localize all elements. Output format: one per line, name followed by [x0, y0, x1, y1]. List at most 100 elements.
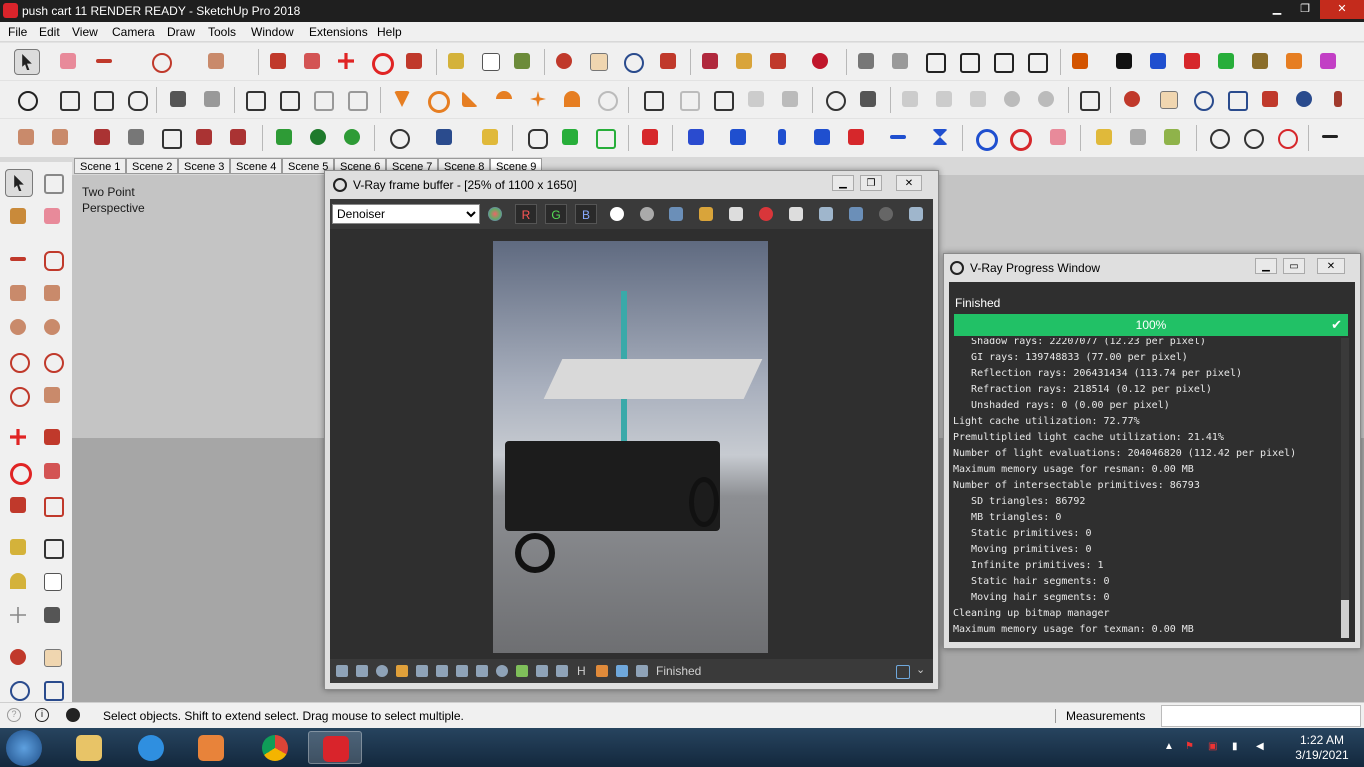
progress-maximize-button[interactable]: ▭ [1283, 258, 1305, 274]
tool-r3-13-button[interactable] [478, 125, 502, 149]
arc-button[interactable] [148, 49, 172, 73]
grid-snap-button[interactable] [856, 87, 880, 111]
tool-r3-28-button[interactable] [1092, 125, 1116, 149]
clipboard-icon[interactable] [729, 207, 743, 221]
vfb-bottom-icon-5[interactable] [416, 665, 428, 677]
tab-scene-2[interactable]: Scene 2 [126, 158, 179, 174]
paint-bucket-button[interactable] [510, 49, 534, 73]
components-button[interactable] [732, 49, 756, 73]
palette-eraser-button[interactable] [39, 203, 65, 229]
tool-r3-32-button[interactable] [1240, 125, 1264, 149]
vfb-title-bar[interactable]: V-Ray frame buffer - [25% of 1100 x 1650… [325, 171, 938, 199]
section-3-button[interactable] [310, 87, 334, 111]
folder-icon[interactable] [699, 207, 713, 221]
palette-orbit-button[interactable] [5, 644, 31, 670]
umbrella-tool-button[interactable] [492, 87, 516, 111]
tool-r3-6-button[interactable] [192, 125, 216, 149]
zoom-button[interactable] [620, 49, 644, 73]
dome-tool-button[interactable] [560, 87, 584, 111]
alpha-white-icon[interactable] [610, 207, 624, 221]
tool-r3-1-button[interactable] [14, 125, 38, 149]
start-button[interactable] [6, 730, 42, 766]
menu-tools[interactable]: Tools [208, 25, 236, 39]
vfb-info-icon[interactable] [376, 665, 388, 677]
menu-file[interactable]: File [8, 25, 27, 39]
vfb-bottom-icon-15[interactable] [616, 665, 628, 677]
palette-freehand-button[interactable] [39, 246, 65, 272]
tray-expand-icon[interactable]: ▲ [1164, 741, 1176, 753]
palette-paint-button[interactable] [5, 203, 31, 229]
palette-3d-text-button[interactable] [39, 602, 65, 628]
circle-tool-button[interactable] [424, 87, 450, 113]
tray-flag-icon[interactable]: ⚑ [1185, 741, 1197, 753]
taskbar-internet-explorer[interactable] [124, 731, 178, 764]
pan-button[interactable] [586, 49, 610, 73]
iso-view-button[interactable] [854, 49, 878, 73]
tool-r3-34-button[interactable] [1318, 125, 1342, 149]
palette-move-button[interactable] [5, 424, 31, 450]
tool-r3-25-button[interactable] [972, 125, 998, 151]
channel-select[interactable]: Denoiser [332, 204, 480, 224]
tray-alert-icon[interactable]: ▣ [1208, 741, 1220, 753]
palette-rotated-rect-button[interactable] [39, 280, 65, 306]
section-4-button[interactable] [344, 87, 368, 111]
tool-r3-18-button[interactable] [684, 125, 708, 149]
menu-draw[interactable]: Draw [167, 25, 195, 39]
move-button[interactable] [334, 49, 358, 73]
vfb-curve-icon[interactable] [536, 665, 548, 677]
triangle-tool-button[interactable] [458, 87, 482, 111]
cloud-button[interactable] [124, 87, 148, 111]
tool-r3-9-button[interactable] [306, 125, 330, 149]
front-view-button[interactable] [922, 49, 946, 73]
ruby-button[interactable] [808, 49, 832, 73]
tool-r3-16-button[interactable] [592, 125, 616, 149]
palette-zoom-window-button[interactable] [39, 676, 65, 702]
protractor-button[interactable] [390, 87, 414, 111]
menu-help[interactable]: Help [377, 25, 402, 39]
clear-icon[interactable] [759, 207, 773, 221]
palette-pan-button[interactable] [39, 644, 65, 670]
solid-tool-2-button[interactable] [1112, 49, 1136, 73]
close-button[interactable]: ✕ [1320, 0, 1364, 19]
tool-r3-12-button[interactable] [432, 125, 456, 149]
vfb-color-icon[interactable] [396, 665, 408, 677]
tool-r3-8-button[interactable] [272, 125, 296, 149]
follow-me-button[interactable] [300, 49, 324, 73]
progress-minimize-button[interactable]: ▁ [1255, 258, 1277, 274]
palette-arc-button[interactable] [5, 348, 31, 374]
style-3-button[interactable] [966, 87, 990, 111]
palette-tape-button[interactable] [5, 534, 31, 560]
palette-scale-button[interactable] [5, 492, 31, 518]
taskbar-chrome[interactable] [248, 731, 302, 764]
vfb-close-button[interactable]: ✕ [896, 175, 922, 191]
palette-3pt-arc-button[interactable] [5, 382, 31, 408]
tool-r3-29-button[interactable] [1126, 125, 1150, 149]
region-render-icon[interactable] [789, 207, 803, 221]
top-view-button[interactable] [888, 49, 912, 73]
section-2-button[interactable] [276, 87, 300, 111]
info-icon[interactable]: i [35, 708, 49, 722]
palette-component-button[interactable] [39, 169, 65, 195]
palette-follow-me-button[interactable] [39, 458, 65, 484]
tool-r3-21-button[interactable] [810, 125, 834, 149]
tool-r3-26-button[interactable] [1006, 125, 1032, 151]
tab-scene-3[interactable]: Scene 3 [178, 158, 231, 174]
vfb-bottom-icon-12[interactable] [556, 665, 568, 677]
tool-r3-20-button[interactable] [770, 125, 794, 149]
palette-select-button[interactable] [5, 169, 33, 197]
palette-line-button[interactable] [5, 246, 31, 272]
tool-r3-7-button[interactable] [226, 125, 250, 149]
tool-r3-24-button[interactable] [928, 125, 952, 149]
menu-view[interactable]: View [72, 25, 98, 39]
teapot-icon[interactable] [819, 207, 833, 221]
box-1-button[interactable] [676, 87, 700, 111]
palette-rotate-button[interactable] [5, 458, 32, 485]
taskbar-sketchup[interactable] [308, 731, 362, 764]
check-button[interactable] [14, 87, 38, 111]
menu-extensions[interactable]: Extensions [309, 25, 368, 39]
solid-tool-5-button[interactable] [1214, 49, 1238, 73]
minimize-button[interactable]: ▁ [1262, 0, 1292, 19]
orbit-2-button[interactable] [1120, 87, 1144, 111]
style-2-button[interactable] [932, 87, 956, 111]
rotate-button[interactable] [368, 49, 394, 75]
